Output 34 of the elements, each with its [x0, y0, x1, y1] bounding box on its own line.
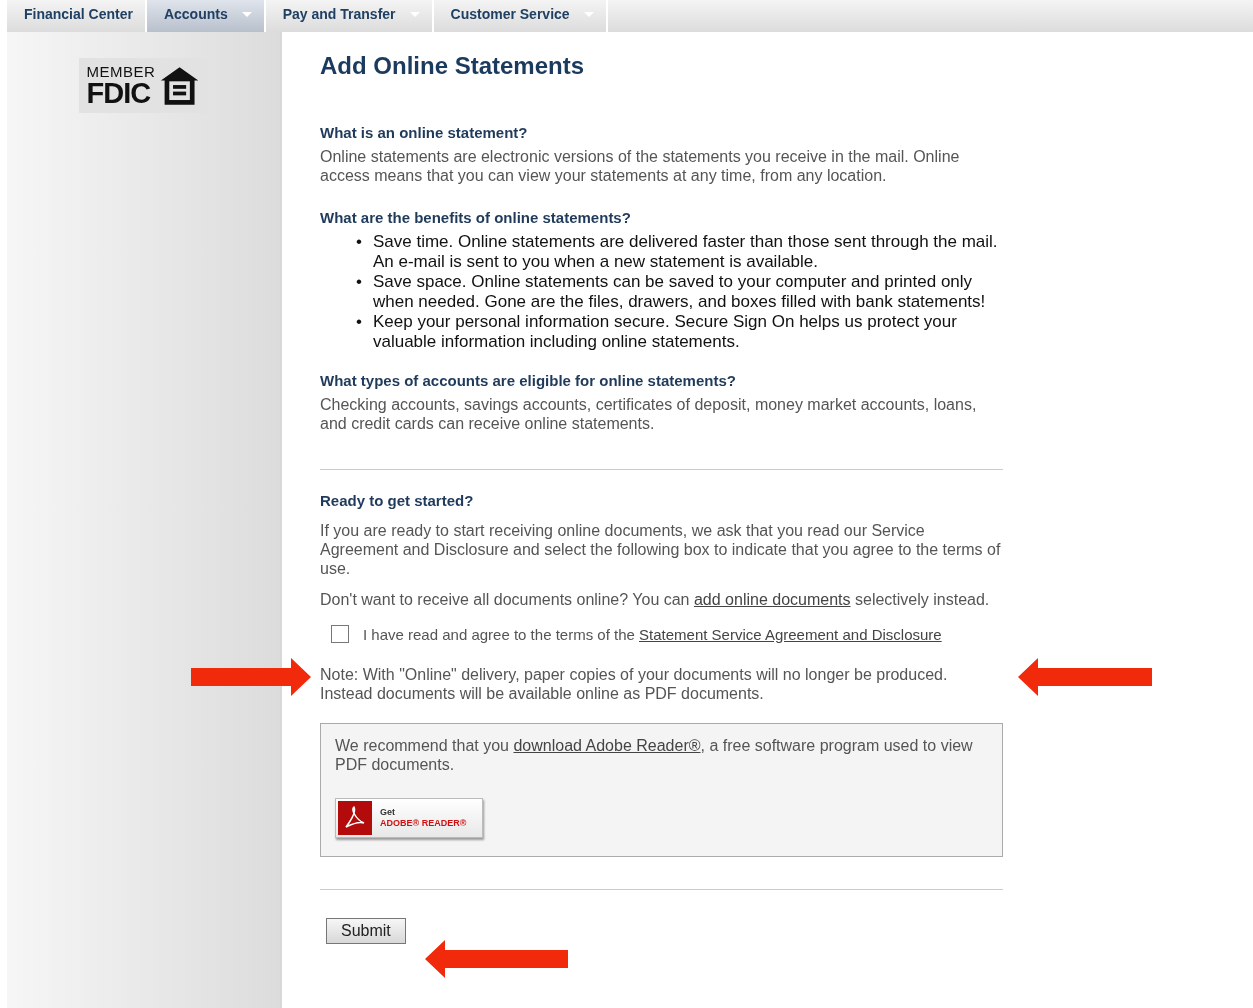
nav-tab[interactable]: Accounts — [146, 0, 266, 32]
adobe-reader-button[interactable]: Get ADOBE® READER® — [335, 798, 483, 838]
link[interactable]: Statement Service Agreement and Disclosure — [639, 625, 942, 643]
logo-text: FDIC — [86, 78, 151, 108]
logo-text: MEMBER — [86, 63, 156, 79]
checkbox[interactable] — [331, 625, 349, 643]
bullet-item: Save time. Online statements are delivered faster than those sent through the mail. An e-mail is sent to you when a new statement is available. — [372, 232, 999, 272]
bullet-marker: • — [356, 232, 362, 253]
bullet-marker: • — [356, 312, 362, 333]
checkbox-label: I have read and agree to the terms of the Statement Service Agreement and Disclosure — [363, 625, 942, 643]
paragraph: Online statements are electronic versions of the statements you receive in the mail. Online access means that you can view your statements at any time, from any location. — [320, 147, 961, 185]
bullet-marker: • — [356, 272, 362, 293]
arrow-annotation-icon — [191, 658, 311, 696]
badge-text: Get — [380, 807, 396, 818]
nav-tab[interactable]: Customer Service — [433, 0, 608, 32]
pdf-icon — [338, 801, 372, 835]
link[interactable]: download Adobe Reader® — [513, 737, 701, 754]
paragraph: If you are ready to start receiving online documents, we ask that you read our Service Agreement and Disclosure and select the following box to indicate that you agree to the terms of use. — [320, 521, 1002, 578]
bullet-item: Save space. Online statements can be saved to your computer and printed only when needed. Gone are the files, drawers, and boxes filled with bank statements! — [372, 272, 987, 312]
paragraph: Don't want to receive all documents online? You can add online documents selectively instead. — [320, 590, 991, 609]
section-heading: What are the benefits of online statements? — [320, 209, 632, 226]
section-heading: Ready to get started? — [320, 492, 475, 509]
link[interactable]: add online documents — [693, 591, 851, 608]
paragraph: Checking accounts, savings accounts, certificates of deposit, money market accounts, loans, and credit cards can receive online statements. — [320, 395, 978, 433]
paragraph: Note: With "Online" delivery, paper copies of your documents will no longer be produced. Instead documents will be available online as PDF documents. — [320, 665, 949, 703]
page-title: Add Online Statements — [320, 52, 586, 80]
paragraph: We recommend that you download Adobe Reader®, a free software program used to view PDF documents. — [335, 736, 974, 774]
arrow-annotation-icon — [425, 940, 568, 978]
submit-button[interactable]: Submit — [326, 918, 406, 944]
bullet-item: Keep your personal information secure. Secure Sign On helps us protect your valuable information including online statements. — [372, 312, 958, 352]
section-heading: What types of accounts are eligible for online statements? — [320, 372, 737, 389]
badge-text: ADOBE® READER® — [380, 818, 467, 829]
arrow-annotation-icon — [1018, 658, 1152, 696]
section-heading: What is an online statement? — [320, 124, 529, 141]
